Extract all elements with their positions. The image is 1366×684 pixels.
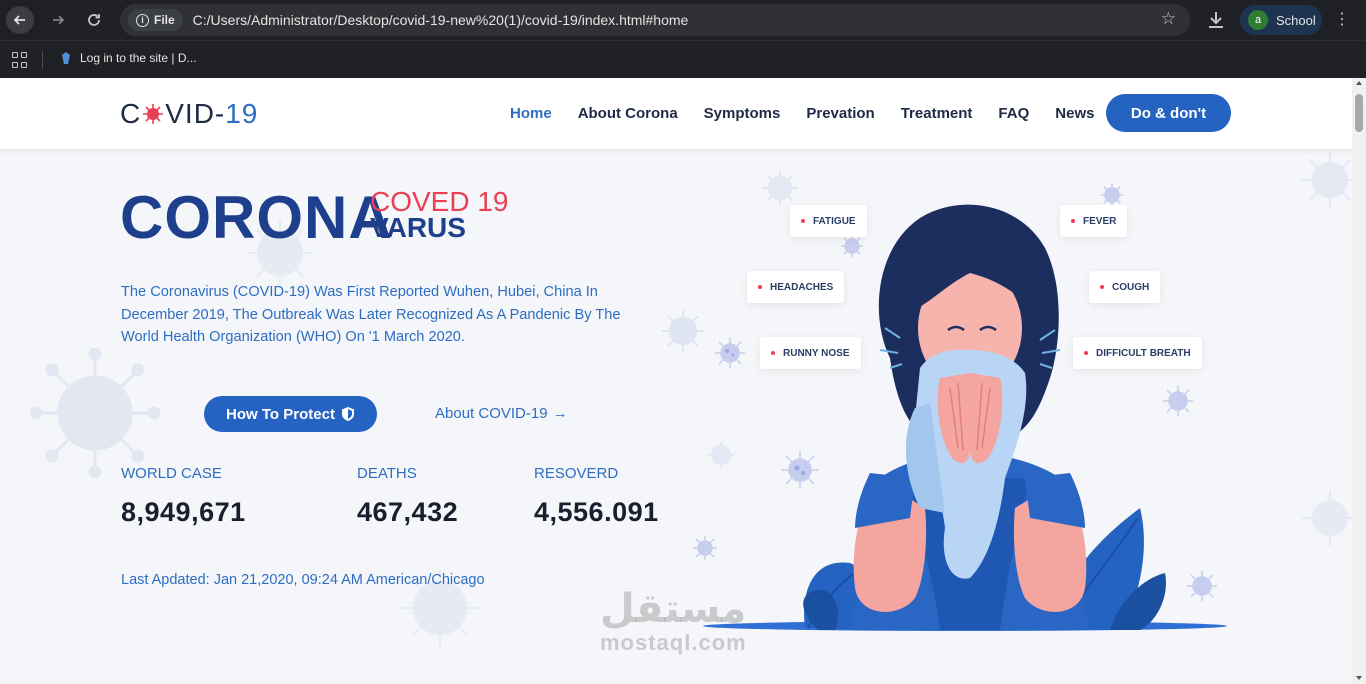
bookmarks-bar: Log in to the site | D...	[0, 40, 1366, 78]
apps-grid-icon[interactable]	[12, 52, 28, 68]
stat-label: DEATHS	[357, 465, 417, 482]
back-button[interactable]	[6, 6, 34, 34]
bookmark-divider	[42, 51, 43, 69]
scroll-up-arrow-icon[interactable]	[1356, 81, 1362, 85]
bookmark-item[interactable]: Log in to the site | D...	[60, 51, 197, 65]
address-bar[interactable]: i File C:/Users/Administrator/Desktop/co…	[120, 4, 1190, 36]
dot-icon	[758, 285, 762, 289]
scroll-down-arrow-icon[interactable]	[1356, 676, 1362, 680]
dot-icon	[1084, 351, 1088, 355]
dot-icon	[771, 351, 775, 355]
dot-icon	[1071, 219, 1075, 223]
symptom-label: RUNNY NOSE	[783, 347, 850, 359]
stat-recovered: RESOVERD 4,556.091	[534, 465, 659, 528]
how-to-protect-label: How To Protect	[226, 405, 335, 423]
hero-title: CORONA	[120, 184, 393, 251]
nav-faq[interactable]: FAQ	[998, 105, 1029, 122]
webpage: C VID- 19 Home About Corona Symptoms Pre…	[0, 78, 1352, 684]
mostaql-watermark: مستقل mostaql.com	[600, 586, 747, 656]
main-nav: Home About Corona Symptoms Prevation Tre…	[510, 105, 1094, 122]
profile-button[interactable]: a School	[1240, 5, 1322, 35]
logo-text: VID-	[165, 98, 226, 129]
stat-label: WORLD CASE	[121, 465, 222, 482]
watermark-arabic: مستقل	[600, 586, 747, 632]
download-icon[interactable]	[1204, 8, 1228, 32]
about-covid-label: About COVID-19	[435, 405, 548, 422]
info-icon: i	[136, 13, 149, 27]
symptom-label: DIFFICULT BREATH	[1096, 347, 1191, 359]
symptom-label: HEADACHES	[770, 281, 834, 293]
do-and-dont-button[interactable]: Do & don't	[1106, 94, 1231, 132]
browser-toolbar: i File C:/Users/Administrator/Desktop/co…	[0, 0, 1366, 40]
logo-number: 19	[225, 98, 259, 129]
site-logo[interactable]: C VID- 19	[120, 98, 258, 130]
sneezing-woman-illustration	[703, 204, 1227, 631]
symptom-label: FATIGUE	[813, 215, 856, 227]
nav-news[interactable]: News	[1055, 105, 1094, 122]
nav-about-corona[interactable]: About Corona	[578, 105, 678, 122]
stat-label: RESOVERD	[534, 465, 619, 482]
avatar: a	[1248, 10, 1268, 30]
shield-icon	[341, 407, 354, 421]
bookmark-favicon-icon	[62, 52, 70, 64]
symptom-tag-headaches: HEADACHES	[747, 271, 845, 303]
bookmark-star-icon[interactable]: ☆	[1161, 9, 1176, 29]
symptom-tag-cough: COUGH	[1089, 271, 1161, 303]
site-info-chip[interactable]: i File	[128, 9, 183, 31]
scroll-thumb[interactable]	[1355, 94, 1363, 132]
about-covid-link[interactable]: About COVID-19 →	[435, 405, 568, 422]
virus-logo-icon	[143, 104, 164, 124]
dot-icon	[801, 219, 805, 223]
virus-decoration-icon	[1302, 152, 1352, 208]
symptom-label: COUGH	[1112, 281, 1150, 293]
logo-letter: C	[120, 98, 142, 129]
dot-icon	[1100, 285, 1104, 289]
last-updated-text: Last Apdated: Jan 21,2020, 09:24 AM Amer…	[121, 572, 485, 588]
menu-kebab-icon[interactable]: ⋮	[1334, 10, 1350, 30]
url-text[interactable]: C:/Users/Administrator/Desktop/covid-19-…	[193, 12, 689, 28]
how-to-protect-button[interactable]: How To Protect	[204, 396, 377, 432]
nav-treatment[interactable]: Treatment	[901, 105, 973, 122]
page-scrollbar[interactable]	[1352, 78, 1366, 684]
stat-value: 8,949,671	[121, 497, 246, 527]
symptom-tag-runny-nose: RUNNY NOSE	[760, 337, 861, 369]
symptom-tag-fever: FEVER	[1060, 205, 1128, 237]
symptom-tag-fatigue: FATIGUE	[790, 205, 867, 237]
site-header: C VID- 19 Home About Corona Symptoms Pre…	[0, 78, 1352, 149]
nav-home[interactable]: Home	[510, 105, 552, 122]
symptom-tag-difficult-breath: DIFFICULT BREATH	[1073, 337, 1202, 369]
stat-value: 467,432	[357, 497, 459, 527]
url-chip-label: File	[154, 13, 175, 27]
hero-subtitle: VARUS	[370, 212, 466, 243]
hero-description: The Coronavirus (COVID-19) Was First Rep…	[121, 284, 621, 345]
stat-deaths: DEATHS 467,432	[357, 465, 458, 528]
forward-arrow-icon	[53, 15, 65, 25]
forward-button[interactable]	[44, 6, 72, 34]
virus-decoration-icon	[30, 348, 160, 478]
back-arrow-icon	[13, 15, 25, 25]
reload-button[interactable]	[80, 6, 108, 34]
reload-icon	[88, 14, 100, 26]
symptom-label: FEVER	[1083, 215, 1117, 227]
profile-name: School	[1276, 12, 1316, 28]
virus-decoration-icon	[1302, 490, 1352, 546]
arrow-right-icon: →	[552, 405, 568, 422]
nav-prevation[interactable]: Prevation	[806, 105, 874, 122]
stat-world-case: WORLD CASE 8,949,671	[121, 465, 246, 528]
bookmark-label: Log in to the site | D...	[80, 51, 197, 65]
watermark-latin: mostaql.com	[600, 630, 747, 655]
nav-symptoms[interactable]: Symptoms	[704, 105, 781, 122]
stat-value: 4,556.091	[534, 497, 659, 527]
